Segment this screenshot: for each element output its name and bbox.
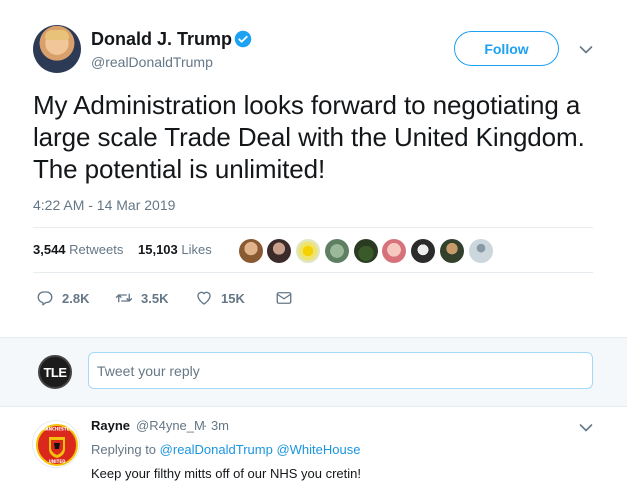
reply-count: 2.8K — [62, 290, 90, 306]
follow-button[interactable]: Follow — [454, 31, 559, 66]
liker-avatar[interactable] — [296, 239, 320, 263]
chevron-down-icon[interactable] — [579, 45, 593, 55]
liker-avatar[interactable] — [267, 239, 291, 263]
replying-to-label: Replying to — [91, 442, 157, 457]
reply-author-name[interactable]: Rayne — [91, 418, 130, 433]
retweet-icon — [115, 293, 133, 303]
reply-button[interactable]: 2.8K — [36, 289, 89, 307]
chevron-down-icon[interactable] — [579, 423, 593, 433]
svg-text:MANCHESTER: MANCHESTER — [42, 427, 73, 432]
author-handle[interactable]: @realDonaldTrump — [91, 54, 213, 70]
svg-text:UNITED: UNITED — [49, 459, 67, 464]
divider — [33, 272, 593, 273]
reply-text: Keep your filthy mitts off of our NHS yo… — [91, 466, 361, 481]
likes-count: 15,103 — [138, 242, 178, 257]
retweets-stat[interactable]: 3,544 Retweets — [33, 242, 123, 257]
mention-link[interactable]: @WhiteHouse — [276, 442, 360, 457]
reply-icon — [37, 291, 53, 306]
manchester-united-crest-icon: MANCHESTER UNITED — [36, 424, 78, 466]
reply-tweet: MANCHESTER UNITED Rayne @R4yne_M · 3m Re… — [0, 408, 627, 489]
liker-avatar[interactable] — [440, 239, 464, 263]
reply-compose-area: TLE — [0, 337, 627, 407]
reply-author-avatar[interactable]: MANCHESTER UNITED — [32, 420, 80, 468]
author-display-name[interactable]: Donald J. Trump — [91, 29, 232, 50]
replying-to: Replying to @realDonaldTrump @WhiteHouse — [91, 442, 360, 457]
reply-timestamp[interactable]: · 3m — [203, 418, 229, 433]
direct-message-button[interactable] — [275, 289, 301, 307]
heart-icon — [197, 291, 211, 305]
retweet-count: 3.5K — [141, 290, 169, 306]
like-count: 15K — [221, 290, 245, 306]
current-user-avatar[interactable]: TLE — [38, 355, 72, 389]
divider — [33, 227, 593, 228]
likes-stat[interactable]: 15,103 Likes — [138, 242, 212, 257]
tweet-text: My Administration looks forward to negot… — [33, 90, 585, 184]
author-avatar[interactable] — [33, 25, 81, 73]
retweets-count: 3,544 — [33, 242, 66, 257]
reply-input[interactable] — [88, 352, 593, 389]
liker-avatar[interactable] — [325, 239, 349, 263]
liker-avatar[interactable] — [382, 239, 406, 263]
mention-link[interactable]: @realDonaldTrump — [160, 442, 273, 457]
envelope-icon — [276, 292, 292, 304]
liker-avatar[interactable] — [354, 239, 378, 263]
verified-badge-icon — [234, 30, 252, 48]
likes-label: Likes — [181, 242, 212, 257]
retweets-label: Retweets — [69, 242, 124, 257]
reply-author-handle[interactable]: @R4yne_M — [136, 418, 205, 433]
liker-avatar[interactable] — [239, 239, 263, 263]
retweet-button[interactable]: 3.5K — [115, 289, 168, 307]
tweet-timestamp[interactable]: 4:22 AM - 14 Mar 2019 — [33, 197, 175, 213]
default-avatar-icon[interactable] — [469, 239, 493, 263]
tweet: Donald J. Trump @realDonaldTrump Follow … — [0, 0, 627, 337]
like-button[interactable]: 15K — [195, 289, 245, 307]
liker-avatar[interactable] — [411, 239, 435, 263]
